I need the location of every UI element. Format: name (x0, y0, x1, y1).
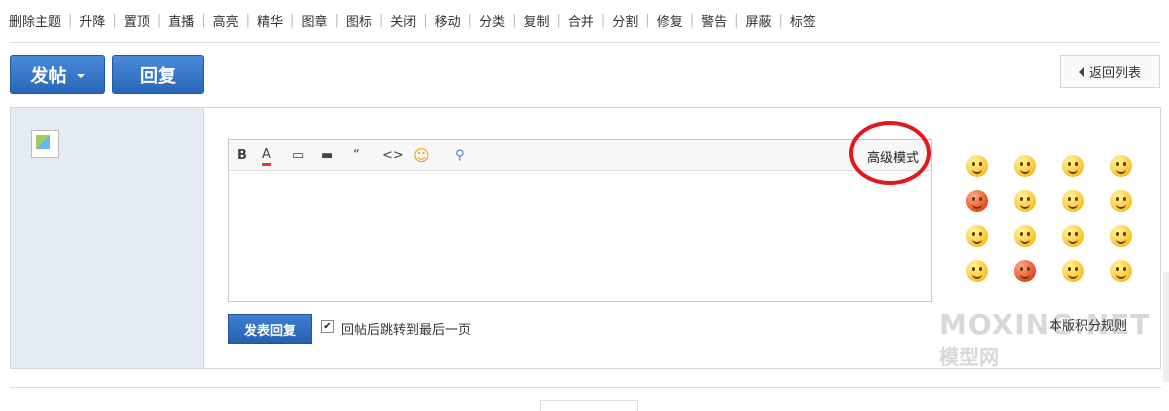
moderation-toolbar: 删除主题 | 升降 | 置顶 | 直播 | 高亮 | 精华 | 图章 | 图标 | 关闭 | 移动 | 分类 | 复制 | 合并… (9, 10, 816, 30)
new-post-label: 发帖 (30, 65, 67, 87)
separator: | (556, 12, 561, 28)
moderation-item[interactable]: 高亮 (213, 11, 239, 30)
moderation-item[interactable]: 升降 (79, 11, 105, 30)
smiley-icon[interactable] (966, 260, 988, 282)
smiley-grid (966, 155, 1132, 282)
separator: | (734, 12, 739, 28)
moderation-item[interactable]: 移动 (435, 11, 461, 30)
reply-label: 回复 (140, 65, 176, 87)
moderation-item[interactable]: 图标 (346, 11, 372, 30)
submit-reply-label: 发表回复 (243, 323, 296, 339)
separator: | (290, 12, 295, 28)
separator: | (778, 12, 783, 28)
back-to-list-label: 返回列表 (1088, 66, 1141, 81)
smiley-icon[interactable] (966, 225, 988, 247)
moderation-item[interactable]: 图章 (301, 11, 327, 30)
broken-image-icon (36, 135, 50, 149)
smiley-icon[interactable] (1062, 225, 1084, 247)
separator: | (600, 12, 606, 28)
moderation-item[interactable]: 置顶 (124, 11, 150, 30)
code-icon[interactable]: <> (382, 147, 404, 163)
moderation-item[interactable]: 警告 (701, 11, 727, 30)
forum-rules-link[interactable]: 本版积分规则 (1049, 315, 1127, 334)
smiley-icon[interactable] (1014, 155, 1036, 177)
annotation-circle (849, 121, 931, 185)
jump-last-page-label: 回帖后跳转到最后一页 (341, 323, 472, 338)
separator: | (245, 12, 251, 28)
quote-icon[interactable]: “ (353, 147, 360, 163)
smiley-icon[interactable] (1110, 260, 1132, 282)
separator: | (68, 12, 73, 28)
smiley-icon[interactable] (1062, 260, 1084, 282)
jump-last-page-checkbox[interactable]: ✔ (321, 320, 334, 333)
chevron-left-icon (1078, 66, 1084, 77)
moderation-item[interactable]: 修复 (657, 11, 683, 30)
smiley-icon[interactable] (1110, 190, 1132, 212)
separator: | (156, 12, 162, 28)
editor-toolbar: 高级模式 B A ▭ ▬ “<> ☺ ⚲ (229, 140, 931, 171)
new-post-button[interactable]: 发帖 (10, 55, 105, 94)
moderation-item[interactable]: 分割 (612, 11, 638, 30)
divider (10, 387, 1161, 388)
smiley-icon[interactable] (966, 190, 988, 212)
smiley-icon[interactable] (1014, 260, 1036, 282)
separator: | (512, 12, 517, 28)
moderation-item[interactable]: 复制 (523, 11, 549, 30)
smiley-icon[interactable] (1014, 225, 1036, 247)
moderation-item[interactable]: 删除主题 (9, 11, 61, 30)
moderation-item[interactable]: 合并 (568, 11, 594, 30)
moderation-item[interactable]: 直播 (168, 11, 194, 30)
smiley-icon[interactable] (1062, 155, 1084, 177)
smiley-icon[interactable]: ☺ (413, 146, 430, 165)
smiley-icon[interactable] (1014, 190, 1036, 212)
moderation-item[interactable]: 分类 (479, 11, 505, 30)
separator: | (201, 12, 206, 28)
moderation-item[interactable]: 精华 (257, 11, 283, 30)
attach-icon[interactable]: ▬ (321, 147, 333, 163)
watermark-cn: 模型网 (939, 345, 999, 369)
caret-down-icon (76, 73, 85, 78)
avatar-column (11, 108, 204, 368)
smiley-icon[interactable] (1110, 225, 1132, 247)
back-to-list-button[interactable]: 返回列表 (1060, 55, 1160, 88)
moderation-item[interactable]: 关闭 (390, 11, 416, 30)
separator: | (467, 12, 473, 28)
moderation-item[interactable]: 标签 (790, 11, 816, 30)
smiley-icon[interactable] (1110, 155, 1132, 177)
moderation-item[interactable]: 屏蔽 (746, 11, 772, 30)
reply-editor[interactable]: 高级模式 B A ▭ ▬ “<> ☺ ⚲ (228, 139, 932, 302)
submit-reply-button[interactable]: 发表回复 (228, 314, 312, 344)
separator: | (645, 12, 650, 28)
reply-textarea[interactable] (229, 171, 931, 302)
reply-button[interactable]: 回复 (112, 55, 204, 94)
separator: | (423, 12, 428, 28)
smiley-icon[interactable] (966, 155, 988, 177)
link-icon[interactable]: ⚲ (455, 147, 465, 163)
font-color-icon[interactable]: A (262, 147, 271, 166)
quick-reply-panel: 高级模式 B A ▭ ▬ “<> ☺ ⚲ 发表回复 ✔ 回帖后跳转到最后一页 MOXING.… (10, 107, 1161, 369)
separator: | (689, 12, 695, 28)
divider (10, 42, 1161, 43)
avatar (31, 130, 59, 158)
pager (540, 400, 638, 411)
image-icon[interactable]: ▭ (292, 147, 304, 163)
bold-icon[interactable]: B (237, 147, 247, 163)
smiley-icon[interactable] (1062, 190, 1084, 212)
separator: | (378, 12, 384, 28)
separator: | (334, 12, 339, 28)
scrollbar[interactable] (1163, 272, 1169, 382)
separator: | (112, 12, 117, 28)
